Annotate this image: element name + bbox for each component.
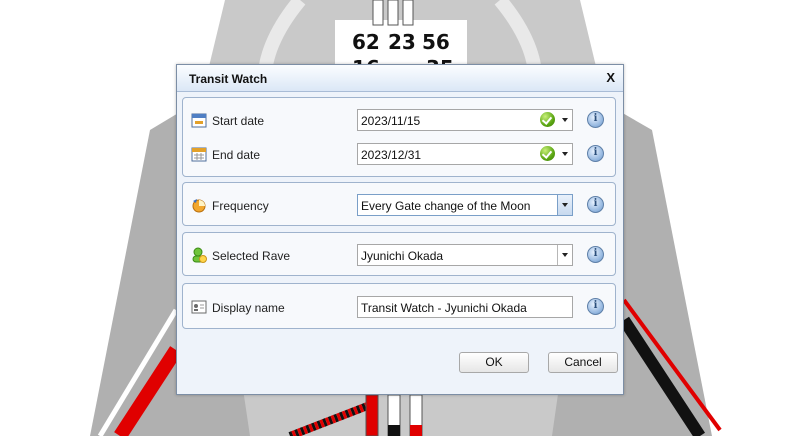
close-button[interactable]: X <box>606 70 615 85</box>
frequency-row: Frequency Every Gate change of the Moon … <box>183 192 617 218</box>
cancel-button[interactable]: Cancel <box>548 352 618 373</box>
info-icon[interactable]: i <box>587 196 604 213</box>
selected-rave-value: Jyunichi Okada <box>361 249 444 263</box>
valid-check-icon <box>540 146 555 161</box>
info-icon[interactable]: i <box>587 298 604 315</box>
channel-line <box>372 0 384 26</box>
bottom-channel <box>410 425 422 436</box>
dropdown-button[interactable] <box>557 245 572 265</box>
selected-rave-row: Selected Rave Jyunichi Okada i <box>183 242 617 268</box>
frequency-select[interactable]: Every Gate change of the Moon <box>357 194 573 216</box>
selected-rave-label: Selected Rave <box>212 249 291 263</box>
channel-line <box>387 0 399 26</box>
frequency-value: Every Gate change of the Moon <box>361 199 531 213</box>
dialog-title: Transit Watch <box>189 72 268 86</box>
start-date-label: Start date <box>212 114 265 128</box>
info-icon[interactable]: i <box>587 246 604 263</box>
ok-button[interactable]: OK <box>459 352 529 373</box>
end-date-row: End date 2023/12/31 i <box>183 141 617 167</box>
start-date-field[interactable]: 2023/11/15 <box>357 109 573 131</box>
channel-line <box>402 0 414 26</box>
name-card-icon <box>191 300 207 314</box>
gate-number: 56 <box>422 30 450 54</box>
info-icon[interactable]: i <box>587 145 604 162</box>
transit-watch-dialog: Transit Watch X Start date 2023/11/15 i <box>176 64 624 395</box>
calendar-icon <box>191 113 207 128</box>
person-icon <box>192 247 207 263</box>
frequency-icon <box>192 199 206 213</box>
display-name-input[interactable]: Transit Watch - Jyunichi Okada <box>357 296 573 318</box>
bottom-channel <box>388 425 400 436</box>
display-name-label: Display name <box>212 301 285 315</box>
frequency-label: Frequency <box>212 199 269 213</box>
dropdown-button[interactable] <box>557 195 572 215</box>
display-name-row: Display name Transit Watch - Jyunichi Ok… <box>183 294 617 320</box>
end-date-label: End date <box>212 148 261 162</box>
bottom-channel <box>365 394 379 436</box>
start-date-row: Start date 2023/11/15 i <box>183 107 617 133</box>
frequency-panel: Frequency Every Gate change of the Moon … <box>182 182 616 226</box>
display-name-value: Transit Watch - Jyunichi Okada <box>361 301 527 315</box>
gate-number: 23 <box>388 30 416 54</box>
dates-panel: Start date 2023/11/15 i End date 2023/12… <box>182 97 616 177</box>
info-icon[interactable]: i <box>587 111 604 128</box>
display-name-panel: Display name Transit Watch - Jyunichi Ok… <box>182 283 616 329</box>
start-date-value: 2023/11/15 <box>361 114 421 128</box>
valid-check-icon <box>540 112 555 127</box>
selected-rave-select[interactable]: Jyunichi Okada <box>357 244 573 266</box>
chevron-down-icon[interactable] <box>562 152 568 156</box>
dialog-titlebar: Transit Watch X <box>177 65 623 92</box>
chevron-down-icon[interactable] <box>562 118 568 122</box>
chevron-down-icon <box>562 203 568 207</box>
rave-panel: Selected Rave Jyunichi Okada i <box>182 232 616 276</box>
calendar-icon <box>191 147 207 162</box>
end-date-value: 2023/12/31 <box>361 148 422 162</box>
gate-number: 62 <box>352 30 380 54</box>
end-date-field[interactable]: 2023/12/31 <box>357 143 573 165</box>
chevron-down-icon <box>562 253 568 257</box>
